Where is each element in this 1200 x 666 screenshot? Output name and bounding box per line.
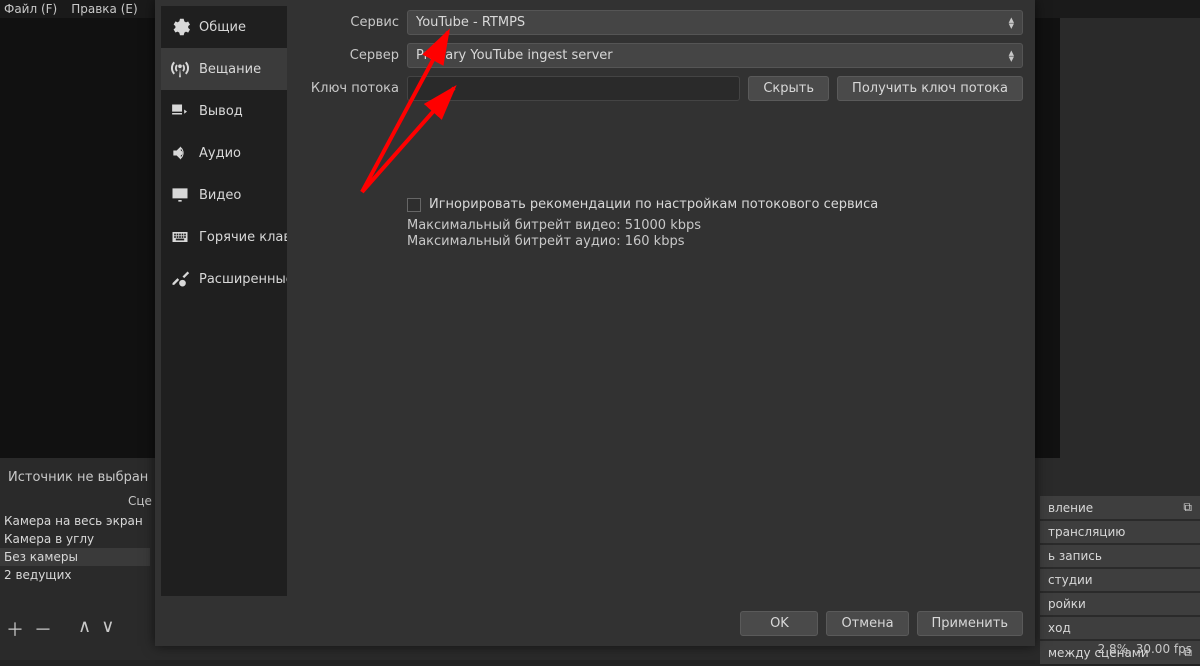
cancel-button[interactable]: Отмена <box>826 611 908 636</box>
sidebar-item-audio[interactable]: Аудио <box>161 132 287 174</box>
sidebar-item-label: Горячие клави <box>199 230 287 245</box>
speaker-icon <box>169 142 191 164</box>
updown-icon: ▲▼ <box>1009 17 1014 29</box>
exit-button[interactable]: ход <box>1040 617 1200 639</box>
studio-mode-button[interactable]: студии <box>1040 569 1200 591</box>
scenes-list[interactable]: Камера на весь экран Камера в углу Без к… <box>0 512 150 584</box>
bitrate-info: Максимальный битрейт видео: 51000 kbps М… <box>407 218 1023 251</box>
controls-header: вление ⧉ <box>1040 496 1200 519</box>
start-recording-button[interactable]: ь запись <box>1040 545 1200 567</box>
sidebar-item-hotkeys[interactable]: Горячие клави <box>161 216 287 258</box>
remove-scene-button[interactable]: － <box>34 616 52 642</box>
antenna-icon <box>169 58 191 80</box>
apply-button[interactable]: Применить <box>917 611 1023 636</box>
dialog-button-row: OK Отмена Применить <box>740 611 1023 636</box>
keyboard-icon <box>169 226 191 248</box>
sidebar-item-label: Общие <box>199 20 246 35</box>
add-scene-button[interactable]: ＋ <box>6 616 24 642</box>
popout-icon[interactable]: ⧉ <box>1183 500 1192 515</box>
settings-sidebar: Общие Вещание Вывод Аудио Видео Горячие … <box>161 6 287 596</box>
service-label: Сервис <box>297 15 399 30</box>
monitor-icon <box>169 184 191 206</box>
sidebar-item-stream[interactable]: Вещание <box>161 48 287 90</box>
server-select-value: Primary YouTube ingest server <box>416 48 613 63</box>
scenes-heading-fragment: Сце <box>128 494 152 508</box>
get-stream-key-button[interactable]: Получить ключ потока <box>837 76 1023 101</box>
server-label: Сервер <box>297 48 399 63</box>
max-audio-bitrate-label: Максимальный битрейт аудио: 160 kbps <box>407 234 1023 250</box>
controls-header-label: вление <box>1048 501 1093 515</box>
sidebar-item-general[interactable]: Общие <box>161 6 287 48</box>
controls-column: вление ⧉ трансляцию ь запись студии ройк… <box>1040 496 1200 666</box>
move-scene-down-button[interactable]: ∨ <box>101 616 114 642</box>
service-select[interactable]: YouTube - RTMPS ▲▼ <box>407 10 1023 35</box>
stream-key-input[interactable] <box>407 76 740 101</box>
settings-panel-stream: Сервис YouTube - RTMPS ▲▼ Сервер Primary… <box>297 10 1023 596</box>
output-icon <box>169 100 191 122</box>
sidebar-item-label: Вывод <box>199 104 243 119</box>
scene-item[interactable]: Камера в углу <box>0 530 150 548</box>
scene-item[interactable]: Без камеры <box>0 548 150 566</box>
status-stats: 2.8%, 30.00 fps <box>1098 642 1192 656</box>
sidebar-item-label: Аудио <box>199 146 241 161</box>
ignore-recommendations-label: Игнорировать рекомендации по настройкам … <box>429 197 878 212</box>
settings-button[interactable]: ройки <box>1040 593 1200 615</box>
updown-icon: ▲▼ <box>1009 50 1014 62</box>
max-video-bitrate-label: Максимальный битрейт видео: 51000 kbps <box>407 218 1023 234</box>
stream-key-label: Ключ потока <box>297 81 399 96</box>
sidebar-item-label: Вещание <box>199 62 261 77</box>
scene-tools: ＋ － ∧ ∨ <box>6 616 114 642</box>
no-source-label: Источник не выбран <box>8 458 148 497</box>
sidebar-item-video[interactable]: Видео <box>161 174 287 216</box>
server-select[interactable]: Primary YouTube ingest server ▲▼ <box>407 43 1023 68</box>
move-scene-up-button[interactable]: ∧ <box>78 616 91 642</box>
hide-key-button[interactable]: Скрыть <box>748 76 829 101</box>
ignore-recommendations-checkbox[interactable] <box>407 198 421 212</box>
sidebar-item-label: Расширенные <box>199 272 287 287</box>
sidebar-item-output[interactable]: Вывод <box>161 90 287 132</box>
ok-button[interactable]: OK <box>740 611 818 636</box>
tools-icon <box>169 268 191 290</box>
sidebar-item-label: Видео <box>199 188 241 203</box>
service-select-value: YouTube - RTMPS <box>416 15 525 30</box>
start-streaming-button[interactable]: трансляцию <box>1040 521 1200 543</box>
menu-edit[interactable]: Правка (E) <box>71 2 137 16</box>
gear-icon <box>169 16 191 38</box>
scene-item[interactable]: Камера на весь экран <box>0 512 150 530</box>
scene-item[interactable]: 2 ведущих <box>0 566 150 584</box>
sidebar-item-advanced[interactable]: Расширенные <box>161 258 287 300</box>
settings-dialog: Общие Вещание Вывод Аудио Видео Горячие … <box>155 0 1035 646</box>
menu-file[interactable]: Файл (F) <box>4 2 57 16</box>
